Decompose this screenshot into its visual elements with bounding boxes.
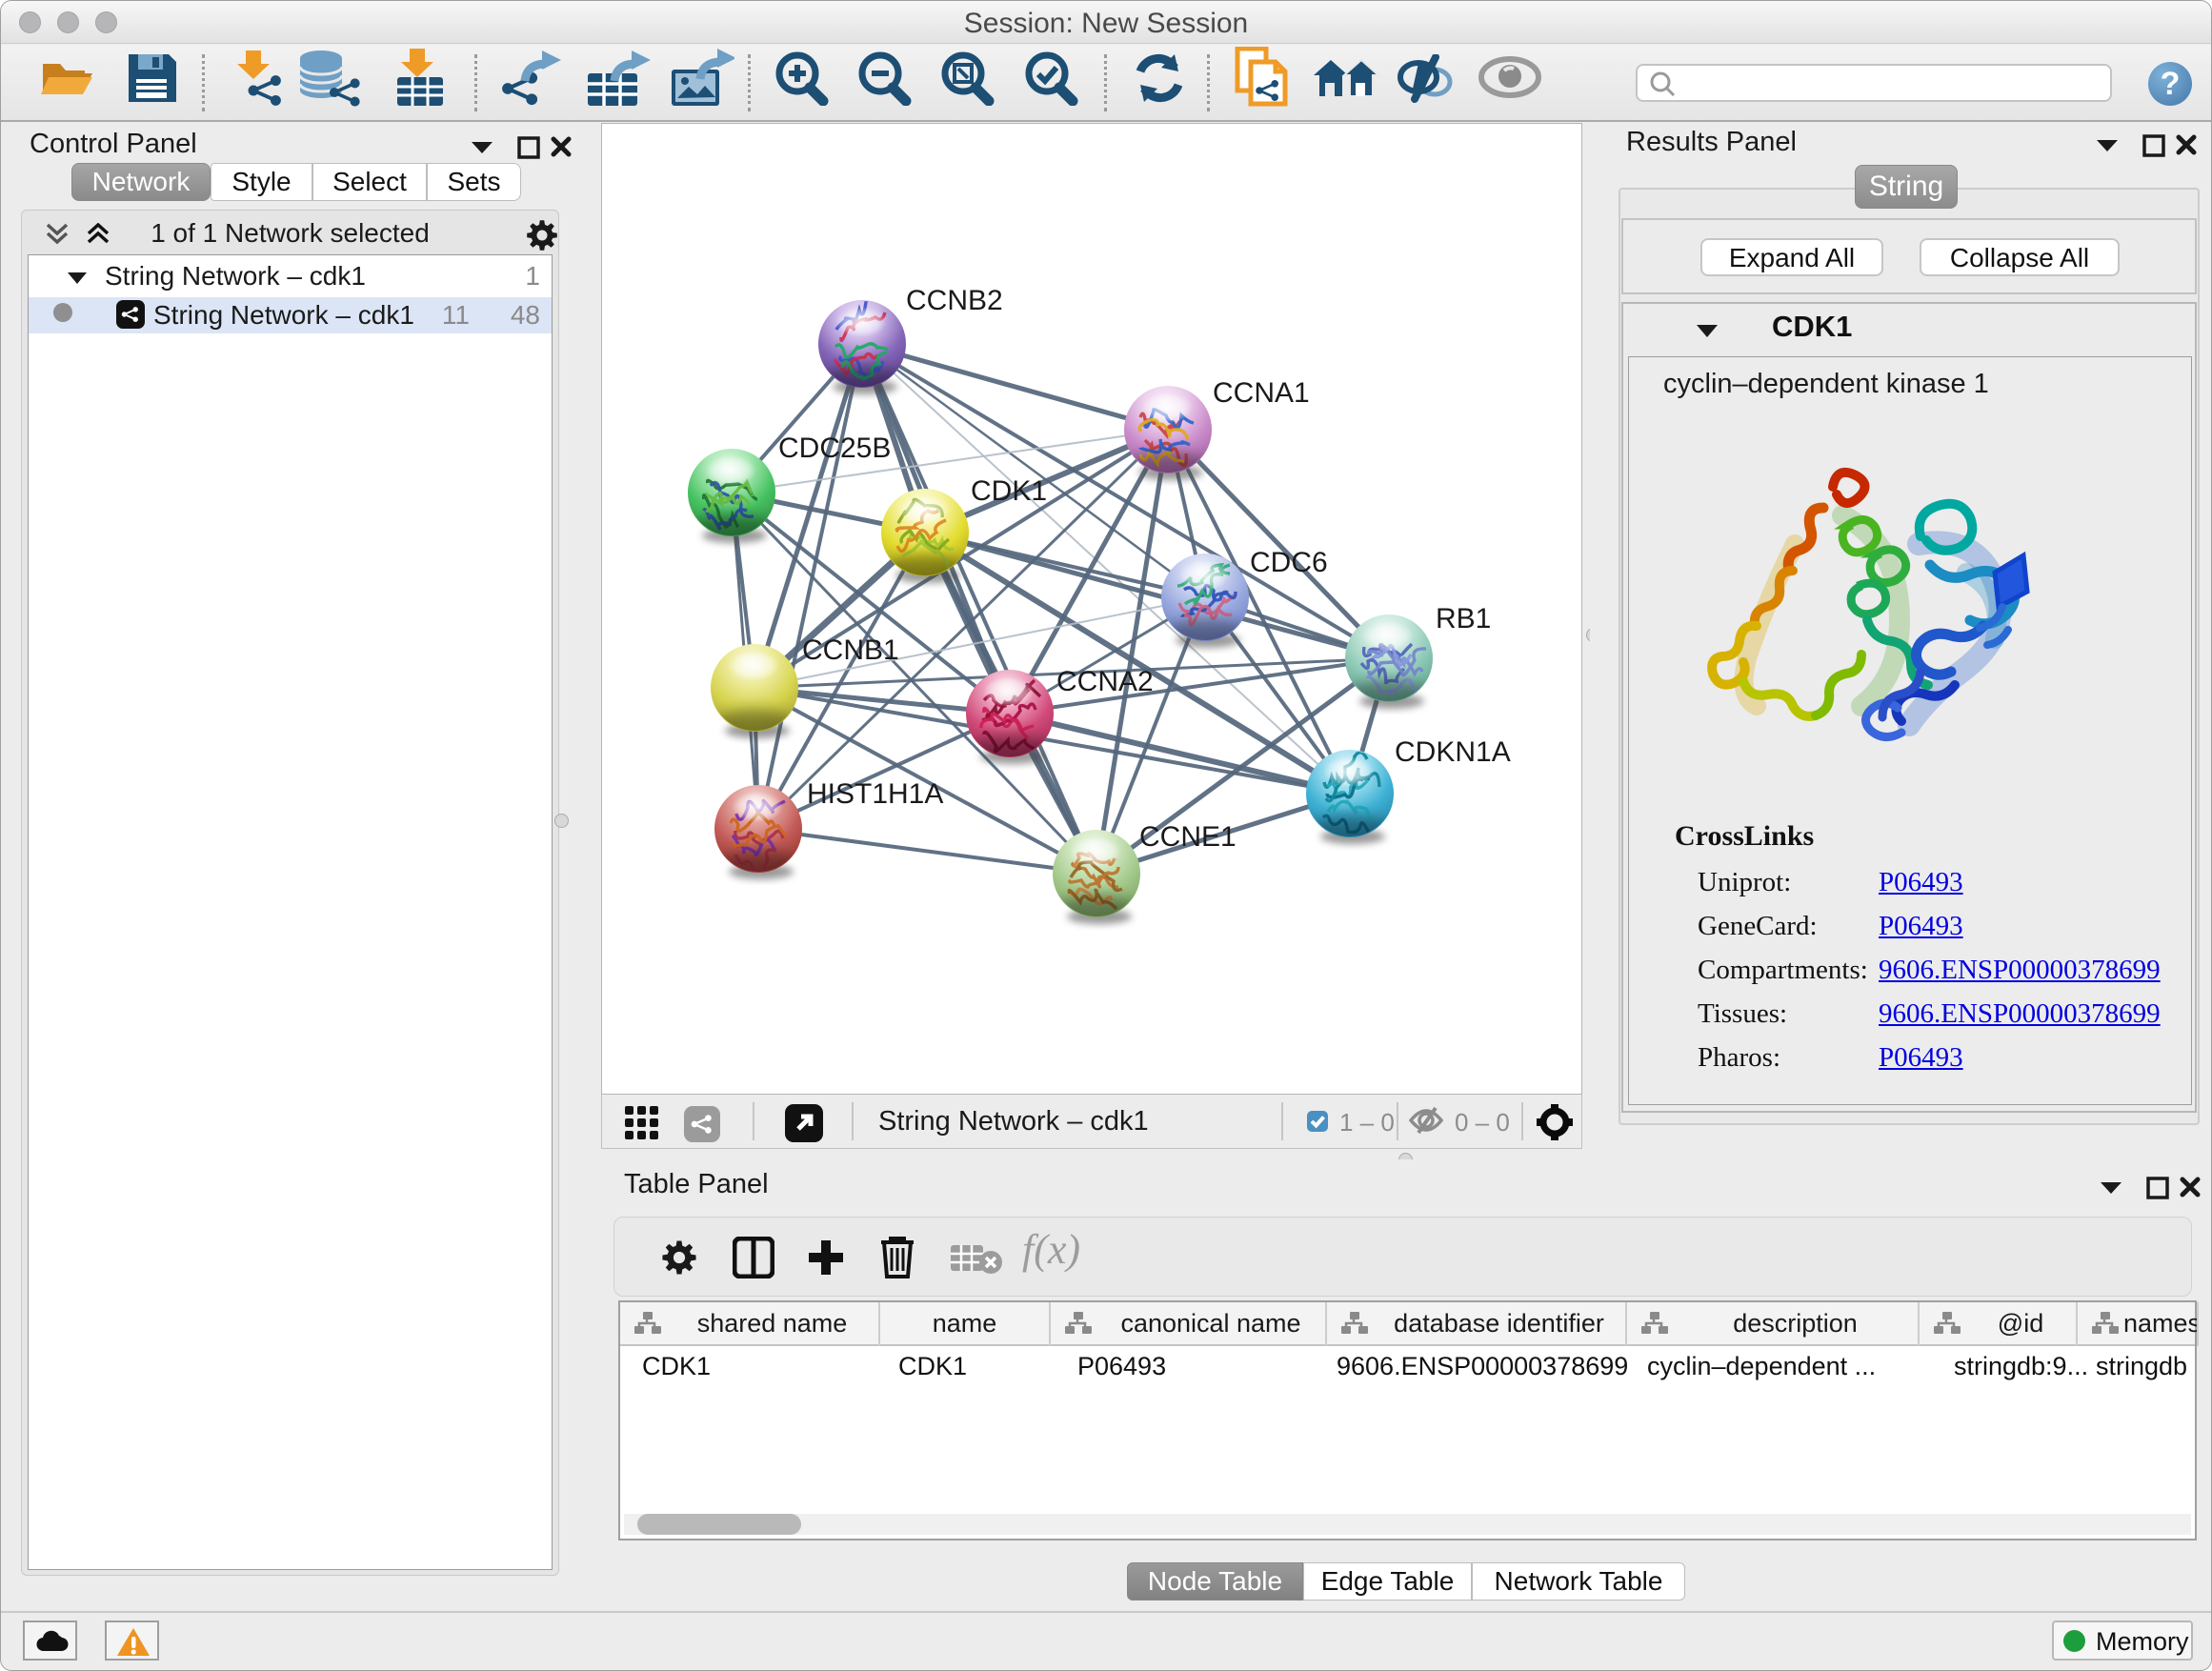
svg-text:RB1: RB1 (1436, 603, 1491, 634)
svg-text:CCNA1: CCNA1 (1213, 377, 1310, 409)
svg-text:CCNB1: CCNB1 (802, 634, 899, 666)
svg-text:CDC25B: CDC25B (778, 433, 891, 464)
svg-text:CDK1: CDK1 (971, 475, 1047, 507)
svg-text:CCNA2: CCNA2 (1056, 666, 1154, 697)
svg-text:HIST1H1A: HIST1H1A (807, 778, 943, 810)
svg-text:CCNE1: CCNE1 (1139, 821, 1237, 853)
svg-text:CCNB2: CCNB2 (906, 285, 1003, 316)
svg-text:CDC6: CDC6 (1250, 547, 1328, 578)
svg-text:CDKN1A: CDKN1A (1395, 736, 1511, 768)
